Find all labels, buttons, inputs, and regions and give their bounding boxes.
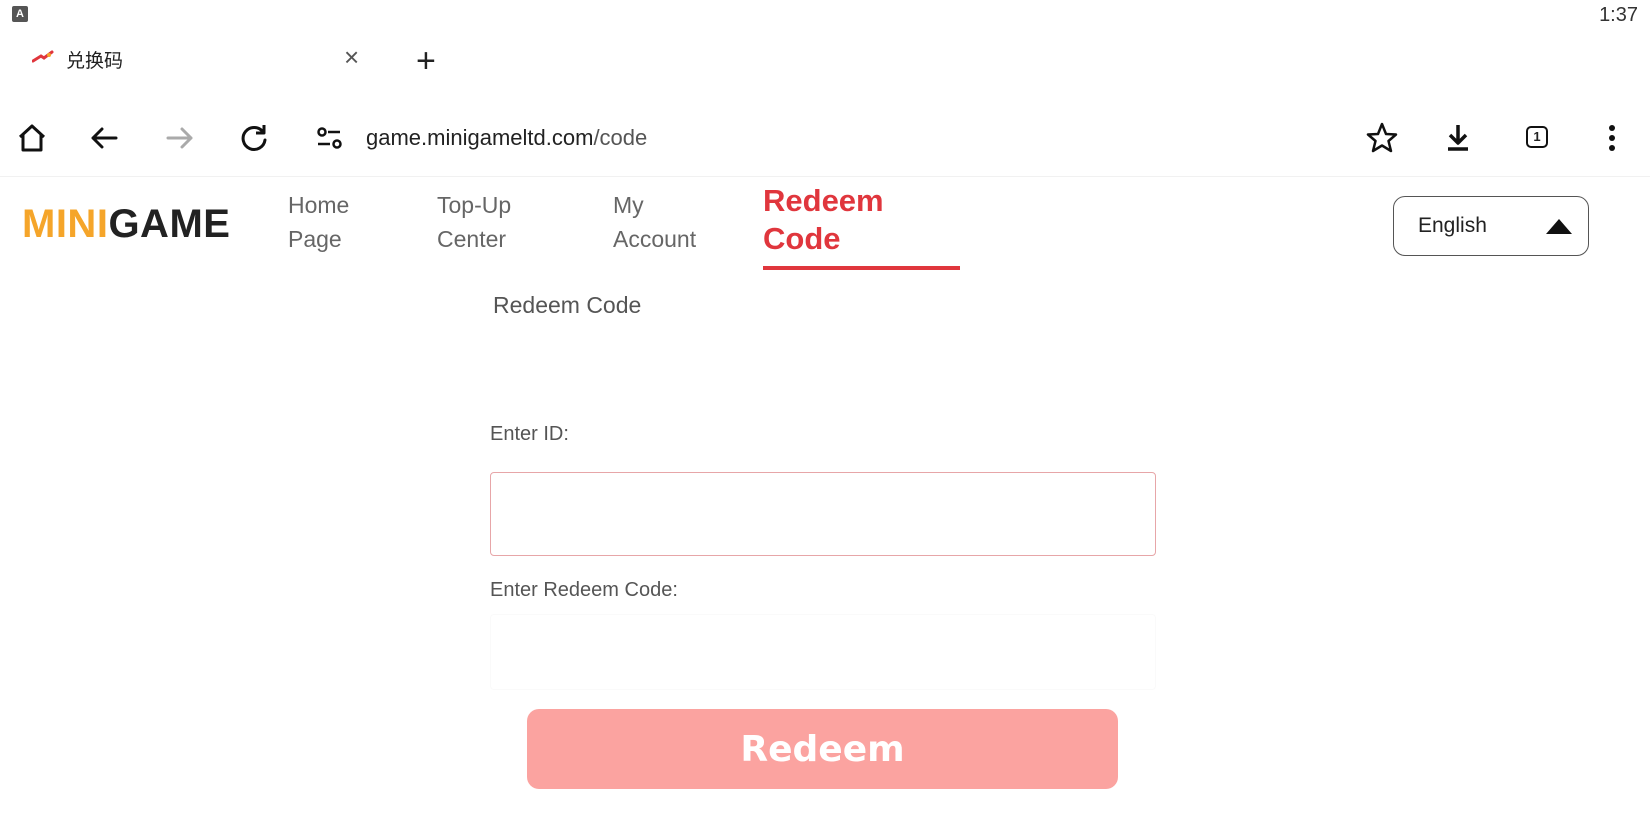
nav-label-line2: Account (613, 226, 697, 252)
nav-label-line1: My (613, 192, 644, 218)
address-bar[interactable]: game.minigameltd.com/code (366, 125, 647, 151)
logo-part-mini: MINI (22, 202, 109, 246)
nav-label-line1: Top-Up (437, 192, 512, 218)
nav-label-line2: Page (288, 226, 342, 252)
nav-label-line1: Redeem (763, 183, 884, 218)
site-settings-icon[interactable] (310, 118, 350, 158)
nav-label-line2: Code (763, 221, 841, 256)
tab-title: 兑换码 (66, 51, 124, 72)
redeem-button[interactable]: Redeem (527, 709, 1118, 789)
url-path: /code (593, 125, 648, 150)
nav-redeem-code[interactable]: Redeem Code (763, 182, 884, 258)
redeem-code-input[interactable] (490, 614, 1156, 690)
browser-toolbar: game.minigameltd.com/code 1 (0, 108, 1650, 168)
nav-label-line1: Home (288, 192, 350, 218)
tab-close-icon[interactable]: × (344, 42, 359, 73)
language-label: English (1418, 214, 1487, 237)
language-select[interactable]: English (1393, 196, 1589, 256)
redeem-code-field-label: Enter Redeem Code: (490, 579, 678, 601)
reload-icon[interactable] (234, 118, 274, 158)
nav-top-up-center[interactable]: Top-Up Center (437, 188, 511, 256)
site-header: MINIGAME Home Page Top-Up Center My Acco… (0, 178, 1650, 278)
status-bar: A 1:37 (0, 0, 1650, 30)
bookmark-star-icon[interactable] (1362, 118, 1402, 158)
caret-up-icon (1546, 219, 1572, 234)
logo-part-game: GAME (108, 202, 231, 246)
active-nav-underline (763, 266, 960, 270)
download-icon[interactable] (1438, 118, 1478, 158)
more-menu-icon[interactable] (1592, 118, 1632, 158)
nav-my-account[interactable]: My Account (613, 188, 696, 256)
tab-count-icon: 1 (1526, 126, 1548, 148)
minigame-logo[interactable]: MINIGAME (22, 202, 230, 247)
forward-arrow-icon[interactable] (160, 118, 200, 158)
new-tab-icon[interactable]: + (416, 36, 436, 86)
notification-app-icon: A (12, 6, 28, 22)
id-input[interactable] (490, 472, 1156, 556)
id-field-label: Enter ID: (490, 423, 569, 445)
status-time: 1:37 (1599, 4, 1638, 26)
tab-count: 1 (1533, 129, 1541, 144)
tab-strip: 兑换码 × (0, 36, 1650, 86)
browser-tab[interactable]: 兑换码 × (22, 42, 382, 78)
section-title: Redeem Code (493, 292, 642, 318)
tab-switcher-button[interactable]: 1 (1518, 118, 1558, 158)
home-icon[interactable] (12, 118, 52, 158)
nav-label-line2: Center (437, 226, 507, 252)
back-arrow-icon[interactable] (84, 118, 124, 158)
url-host: game.minigameltd.com (366, 125, 594, 150)
nav-home-page[interactable]: Home Page (288, 188, 349, 256)
site-favicon-icon (32, 50, 54, 63)
toolbar-divider (0, 176, 1650, 177)
